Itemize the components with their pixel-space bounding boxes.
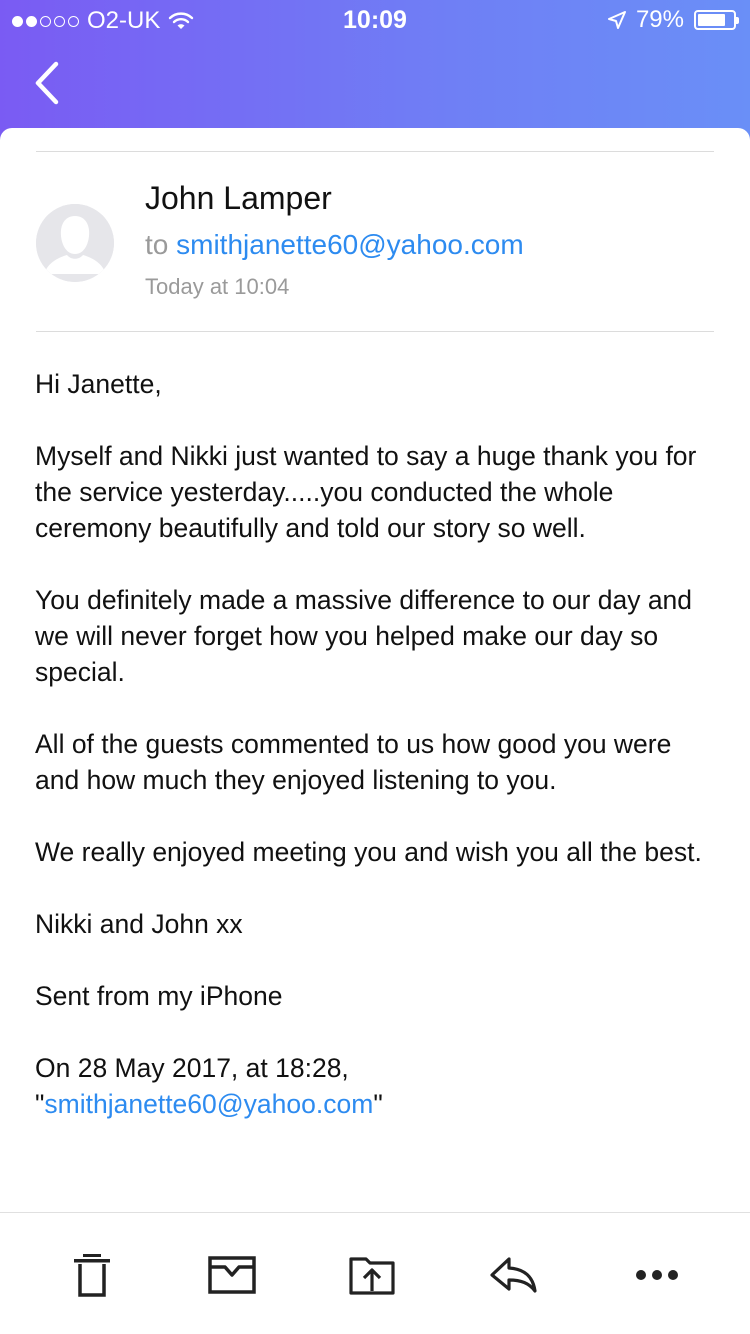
location-arrow-icon (607, 11, 626, 29)
battery-percent: 79% (635, 6, 684, 33)
email-body: Hi Janette, Myself and Nikki just wanted… (35, 366, 715, 1122)
greeting: Hi Janette, (35, 369, 162, 399)
quote-header-text: On 28 May 2017, at 18:28, (35, 1053, 349, 1083)
signoff: Nikki and John xx (35, 909, 243, 939)
person-placeholder-icon (36, 204, 114, 282)
status-right: 79% (607, 6, 739, 34)
more-button[interactable] (627, 1245, 687, 1305)
archive-button[interactable] (202, 1245, 262, 1305)
to-label: to (145, 229, 169, 260)
body-paragraph-4: We really enjoyed meeting you and wish y… (35, 837, 702, 867)
chevron-left-icon (35, 61, 59, 105)
quote-open: " (35, 1089, 45, 1119)
reply-icon (490, 1257, 537, 1293)
more-icon (636, 1270, 678, 1280)
trash-icon (74, 1254, 110, 1297)
avatar[interactable] (36, 204, 114, 282)
delete-button[interactable] (62, 1245, 122, 1305)
quoted-header: On 28 May 2017, at 18:28, "smithjanette6… (35, 1050, 715, 1122)
divider-header (36, 331, 714, 332)
recipient-address[interactable]: smithjanette60@yahoo.com (176, 229, 524, 260)
email-card: John Lamper to smithjanette60@yahoo.com … (0, 128, 750, 1334)
archive-icon (208, 1256, 256, 1294)
battery-icon (694, 10, 739, 30)
email-date: Today at 10:04 (145, 274, 290, 299)
sent-from: Sent from my iPhone (35, 981, 283, 1011)
body-paragraph-2: You definitely made a massive difference… (35, 585, 693, 687)
recipient-line: to smithjanette60@yahoo.com (145, 229, 524, 261)
sender-name[interactable]: John Lamper (145, 180, 332, 217)
reply-button[interactable] (484, 1245, 544, 1305)
move-icon (349, 1257, 395, 1295)
bottom-toolbar (0, 1212, 750, 1334)
back-button[interactable] (28, 58, 68, 108)
body-paragraph-1: Myself and Nikki just wanted to say a hu… (35, 441, 697, 543)
quote-address-link[interactable]: smithjanette60@yahoo.com (44, 1089, 373, 1119)
body-paragraph-3: All of the guests commented to us how go… (35, 729, 672, 795)
divider-top (36, 151, 714, 152)
move-button[interactable] (342, 1245, 402, 1305)
quote-address-line: "smithjanette60@yahoo.com" (35, 1086, 715, 1122)
quote-close: " (373, 1089, 383, 1119)
status-bar: O2-UK 10:09 79% (0, 0, 750, 40)
battery-fill (698, 14, 725, 26)
